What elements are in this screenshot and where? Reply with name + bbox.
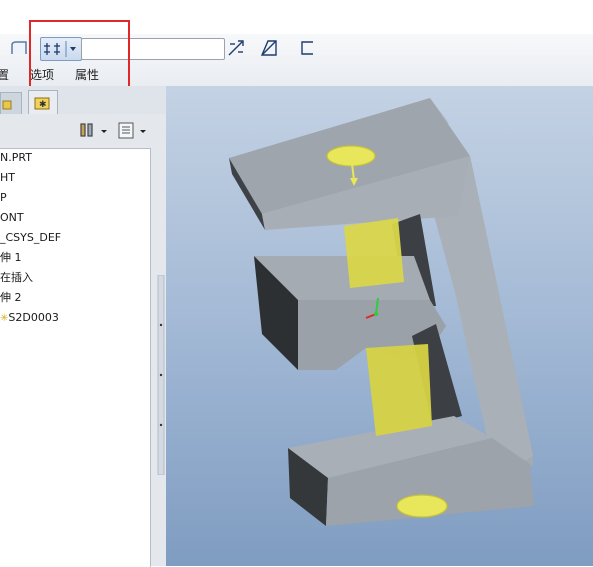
remove-material-icon[interactable] [258,38,280,58]
model-render [229,98,534,526]
tab-model-tree[interactable] [0,92,22,115]
graphics-viewport[interactable] [166,86,593,566]
tree-item-top[interactable]: P [0,189,7,207]
tree-item-csys[interactable]: _CSYS_DEF [0,229,61,247]
navigator-tabs: ✱ [0,86,166,115]
show-options-icon[interactable] [116,122,150,140]
tab-label-placement[interactable]: 置 [0,66,9,83]
thicken-icon[interactable] [296,38,318,58]
tree-item-right[interactable]: HT [0,169,15,187]
tab-folder-browser[interactable]: ✱ [28,90,58,115]
svg-text:✱: ✱ [39,100,47,110]
model-tree: N.PRT HT P ONT _CSYS_DEF 伸 1 在插入 伸 2 ✳S2… [0,148,151,567]
flip-direction-icon[interactable] [225,38,247,58]
tree-settings-icon[interactable] [78,122,110,140]
tree-item-part[interactable]: N.PRT [0,149,32,167]
tree-item-insert-here[interactable]: 在插入 [0,269,33,287]
tree-item-extrude-1[interactable]: 伸 1 [0,249,22,267]
panel-resize-handle[interactable] [156,274,166,476]
tree-item-sketch[interactable]: ✳S2D0003 [0,309,59,327]
tree-item-sketch-label: S2D0003 [8,311,59,324]
tree-item-front[interactable]: ONT [0,209,24,227]
sketch-icon[interactable] [8,38,30,58]
tree-item-extrude-2[interactable]: 伸 2 [0,289,22,307]
